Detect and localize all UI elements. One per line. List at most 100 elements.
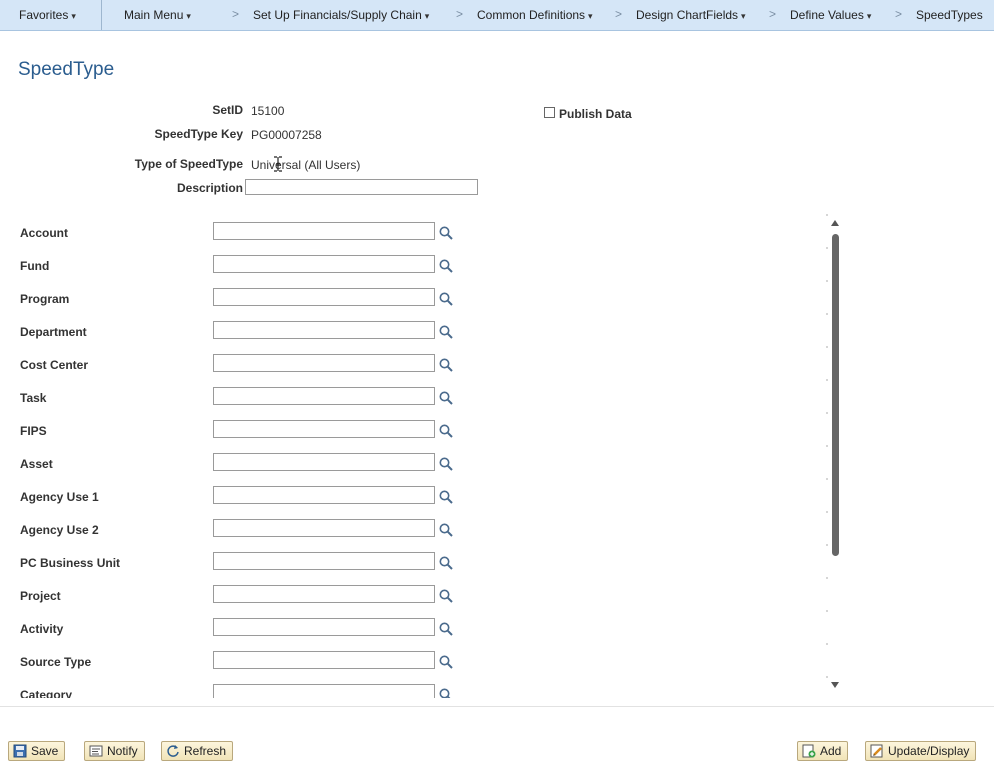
chartfield-input[interactable] (213, 618, 435, 636)
chartfield-input[interactable] (213, 552, 435, 570)
breadcrumb-common-definitions[interactable]: Common Definitions ▾ (477, 8, 593, 22)
chartfield-row: PC Business Unit (0, 552, 470, 576)
chartfield-input[interactable] (213, 321, 435, 339)
chartfield-label: Category (20, 688, 73, 698)
chartfield-input[interactable] (213, 288, 435, 306)
update-display-label: Update/Display (888, 744, 970, 758)
chartfield-row: Activity (0, 618, 470, 642)
add-icon (802, 744, 816, 758)
chartfield-label: Activity (20, 622, 64, 636)
lookup-magnifier-icon[interactable] (438, 390, 454, 406)
lookup-magnifier-icon[interactable] (438, 456, 454, 472)
notify-button[interactable]: Notify (84, 741, 145, 761)
lookup-magnifier-icon[interactable] (438, 654, 454, 670)
add-button[interactable]: Add (797, 741, 849, 761)
scroll-track-dot (826, 280, 828, 282)
nav-divider (101, 0, 102, 30)
chartfield-row: Task (0, 387, 470, 411)
breadcrumb-separator-icon: > (615, 7, 623, 21)
lookup-magnifier-icon[interactable] (438, 621, 454, 637)
scrollbar-thumb[interactable] (832, 234, 839, 556)
save-button[interactable]: Save (8, 741, 66, 761)
chartfield-label: Project (20, 589, 61, 603)
chartfield-input[interactable] (213, 585, 435, 603)
chartfield-row: Cost Center (0, 354, 470, 378)
refresh-button[interactable]: Refresh (161, 741, 234, 761)
lookup-magnifier-icon[interactable] (438, 588, 454, 604)
description-input[interactable] (245, 179, 478, 195)
chartfield-row: Source Type (0, 651, 470, 675)
lookup-magnifier-icon[interactable] (438, 357, 454, 373)
save-label: Save (31, 744, 59, 758)
scroll-up-arrow-icon[interactable] (831, 220, 839, 226)
publish-data-checkbox[interactable] (544, 107, 555, 118)
chartfield-input[interactable] (213, 486, 435, 504)
scroll-track-dot (826, 346, 828, 348)
chartfield-label: Fund (20, 259, 50, 273)
breadcrumb-separator-icon: > (232, 7, 240, 21)
chartfield-input[interactable] (213, 651, 435, 669)
chartfield-input[interactable] (213, 684, 435, 698)
favorites-menu[interactable]: Favorites ▾ (19, 8, 76, 22)
chartfield-input[interactable] (213, 222, 435, 240)
lookup-magnifier-icon[interactable] (438, 225, 454, 241)
breadcrumb-separator-icon: > (769, 7, 777, 21)
scroll-track-dot (826, 379, 828, 381)
scroll-down-arrow-icon[interactable] (831, 682, 839, 688)
chevron-down-icon: ▾ (741, 11, 746, 21)
chevron-down-icon: ▾ (866, 11, 872, 21)
text-cursor-icon (274, 156, 282, 172)
chartfield-label: FIPS (20, 424, 47, 438)
lookup-magnifier-icon[interactable] (438, 687, 454, 698)
chartfield-input[interactable] (213, 387, 435, 405)
lookup-magnifier-icon[interactable] (438, 258, 454, 274)
lookup-magnifier-icon[interactable] (438, 291, 454, 307)
lookup-magnifier-icon[interactable] (438, 324, 454, 340)
chartfield-label: Program (20, 292, 70, 306)
chartfield-row: Fund (0, 255, 470, 279)
breadcrumb-define-values[interactable]: Define Values ▾ (790, 8, 871, 22)
breadcrumb-design-chartfields[interactable]: Design ChartFields ▾ (636, 8, 746, 22)
main-menu-label: Main Menu (124, 8, 184, 22)
chartfield-row: Asset (0, 453, 470, 477)
breadcrumb-separator-icon: > (456, 7, 464, 21)
lookup-magnifier-icon[interactable] (438, 555, 454, 571)
bottom-divider (0, 706, 994, 707)
breadcrumb-speedtypes[interactable]: SpeedTypes (916, 8, 983, 22)
chartfield-input[interactable] (213, 453, 435, 471)
lookup-magnifier-icon[interactable] (438, 423, 454, 439)
description-label: Description (176, 181, 243, 195)
chartfield-input[interactable] (213, 420, 435, 438)
scroll-track-dot (826, 643, 828, 645)
chartfield-row: Program (0, 288, 470, 312)
main-menu[interactable]: Main Menu ▾ (124, 8, 191, 22)
type-of-speedtype-value: Universal (All Users) (251, 158, 361, 172)
lookup-magnifier-icon[interactable] (438, 489, 454, 505)
scroll-track-dot (826, 511, 828, 513)
page-title: SpeedType (18, 59, 115, 80)
chartfield-label: Department (20, 325, 87, 339)
chartfield-input[interactable] (213, 519, 435, 537)
chartfield-label: Source Type (20, 655, 92, 669)
lookup-magnifier-icon[interactable] (438, 522, 454, 538)
refresh-icon (167, 745, 179, 757)
chevron-down-icon: ▾ (186, 11, 191, 21)
chartfield-input[interactable] (213, 354, 435, 372)
chartfield-row: Agency Use 1 (0, 486, 470, 510)
scroll-track-dot (826, 214, 828, 216)
chartfield-label: Account (20, 226, 68, 240)
scroll-track-dot (826, 313, 828, 315)
chartfield-label: Agency Use 1 (20, 490, 99, 504)
breadcrumb-label: Define Values (790, 8, 864, 22)
chartfield-label: Agency Use 2 (20, 523, 99, 537)
chevron-down-icon: ▾ (424, 11, 430, 21)
scroll-track-dot (826, 412, 828, 414)
update-display-button[interactable]: Update/Display (865, 741, 977, 761)
breadcrumb-setup-financials[interactable]: Set Up Financials/Supply Chain ▾ (253, 8, 429, 22)
refresh-label: Refresh (184, 744, 227, 758)
speedtype-key-value: PG00007258 (251, 128, 322, 142)
chartfield-input[interactable] (213, 255, 435, 273)
speedtype-key-label: SpeedType Key (154, 127, 243, 141)
scroll-track-dot (826, 577, 828, 579)
update-display-icon (870, 744, 883, 758)
